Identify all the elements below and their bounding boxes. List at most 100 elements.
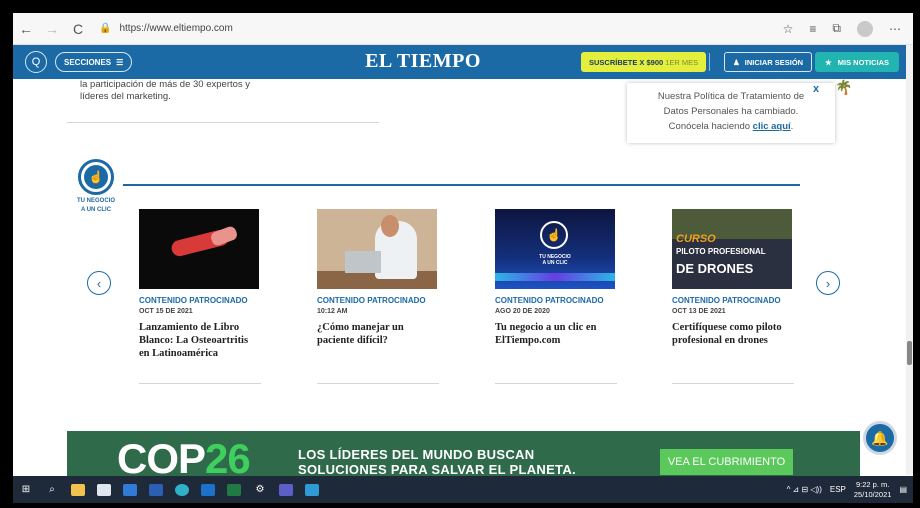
clock-date: 25/10/2021 bbox=[853, 489, 892, 499]
login-button[interactable]: ♟ INICIAR SESIÓN bbox=[724, 52, 813, 72]
article-date: AGO 20 DE 2020 bbox=[495, 308, 550, 315]
section-circle: ☝ bbox=[78, 159, 114, 195]
banner-logo-text: COP bbox=[117, 435, 206, 482]
article-title[interactable]: ¿Cómo manejar un paciente difícil? bbox=[317, 321, 439, 347]
thumbnail-caption-line: A UN CLIC bbox=[542, 260, 568, 266]
star-icon: ★ bbox=[825, 57, 832, 67]
banner-headline-line-2: SOLUCIONES PARA SALVAR EL PLANETA. bbox=[298, 462, 576, 477]
subscribe-label: SUSCRÍBETE X $900 bbox=[589, 57, 664, 67]
photos-icon[interactable] bbox=[299, 476, 325, 503]
popup-close-button[interactable]: x bbox=[813, 83, 819, 95]
banner-logo-number: 26 bbox=[205, 435, 251, 482]
sections-label: SECCIONES bbox=[64, 57, 112, 67]
divider bbox=[67, 122, 379, 123]
profile-avatar[interactable] bbox=[857, 20, 873, 37]
mail-icon[interactable] bbox=[117, 476, 143, 503]
outlook-icon[interactable] bbox=[195, 476, 221, 503]
section-rule bbox=[123, 184, 800, 186]
start-icon[interactable]: ⊞ bbox=[13, 476, 39, 503]
my-news-button[interactable]: ★ MIS NOTICIAS bbox=[815, 52, 899, 72]
article-title[interactable]: Tu negocio a un clic en ElTiempo.com bbox=[495, 321, 617, 347]
lock-icon: 🔒 bbox=[99, 23, 112, 34]
popup-line-1: Nuestra Política de Tratamiento de bbox=[657, 91, 805, 102]
pointer-hand-icon: ☝ bbox=[540, 221, 568, 249]
popup-line-3: Conócela haciendo clic aquí. bbox=[627, 119, 835, 134]
banner-cta-button[interactable]: VEA EL CUBRIMIENTO bbox=[660, 449, 793, 475]
thumbnail-caption: TU NEGOCIO A UN CLIC bbox=[525, 254, 585, 266]
popup-line-2: Datos Personales ha cambiado. bbox=[663, 106, 799, 117]
article-card[interactable]: CONTENIDO PATROCINADO 10:12 AM ¿Cómo man… bbox=[317, 209, 439, 347]
banner-headline-line-1: LOS LÍDERES DEL MUNDO BUSCAN bbox=[298, 447, 535, 462]
search-button[interactable]: Q bbox=[25, 51, 47, 73]
page-scrollbar[interactable] bbox=[906, 45, 913, 475]
article-title[interactable]: Lanzamiento de Libro Blanco: La Osteoart… bbox=[139, 321, 261, 360]
carousel-prev-button[interactable]: ‹ bbox=[87, 271, 111, 295]
excel-icon[interactable] bbox=[221, 476, 247, 503]
favorites-list-icon[interactable]: ≡ bbox=[809, 22, 816, 36]
policy-link[interactable]: clic aquí bbox=[753, 121, 791, 132]
thumbnail-shape bbox=[381, 215, 399, 237]
article-title[interactable]: Certifíquese como piloto profesional en … bbox=[672, 321, 794, 347]
article-thumbnail[interactable]: CURSO PILOTO PROFESIONAL DE DRONES bbox=[672, 209, 792, 289]
section-logo[interactable]: ☝ TU NEGOCIO A UN CLIC bbox=[71, 159, 121, 213]
article-date: OCT 13 DE 2021 bbox=[672, 308, 726, 315]
article-card[interactable]: CONTENIDO PATROCINADO OCT 15 DE 2021 Lan… bbox=[139, 209, 261, 360]
card-divider bbox=[139, 383, 261, 384]
pointer-hand-icon: ☝ bbox=[84, 165, 108, 189]
thumbnail-shape bbox=[345, 251, 381, 273]
screen: ← → C 🔒 https://www.eltiempo.com ☆ ≡ ⧉ ⋯… bbox=[13, 13, 913, 503]
login-label: INICIAR SESIÓN bbox=[744, 57, 804, 67]
edge-icon[interactable] bbox=[169, 476, 195, 503]
section-label-1: TU NEGOCIO bbox=[76, 198, 115, 204]
store-icon[interactable] bbox=[91, 476, 117, 503]
notification-bell-button[interactable]: 🔔 bbox=[863, 421, 897, 455]
clock-time: 9:22 p. m. bbox=[855, 479, 890, 489]
favorite-icon[interactable]: ☆ bbox=[783, 22, 794, 36]
article-category[interactable]: CONTENIDO PATROCINADO bbox=[139, 296, 261, 305]
more-icon[interactable]: ⋯ bbox=[889, 22, 901, 36]
article-card[interactable]: CURSO PILOTO PROFESIONAL DE DRONES CONTE… bbox=[672, 209, 794, 347]
tray-icons[interactable]: ^ ⊿ ⊟ ◁)) bbox=[787, 485, 822, 494]
my-news-label: MIS NOTICIAS bbox=[837, 57, 889, 67]
subscribe-button[interactable]: SUSCRÍBETE X $900 1ER MES bbox=[581, 52, 707, 72]
article-card[interactable]: ☝ TU NEGOCIO A UN CLIC CONTENIDO PATROCIN… bbox=[495, 209, 617, 347]
browser-toolbar: ← → C 🔒 https://www.eltiempo.com ☆ ≡ ⧉ ⋯ bbox=[13, 13, 913, 45]
settings-icon[interactable]: ⚙ bbox=[247, 476, 273, 503]
teams-icon[interactable] bbox=[273, 476, 299, 503]
windows-taskbar: ⊞ ⌕ ⚙ ^ ⊿ ⊟ ◁)) ESP 9:22 p. m. 25/10/202… bbox=[13, 476, 913, 503]
back-button[interactable]: ← bbox=[13, 21, 39, 37]
article-thumbnail[interactable] bbox=[139, 209, 259, 289]
forward-button[interactable]: → bbox=[39, 21, 65, 37]
reload-button[interactable]: C bbox=[65, 21, 91, 37]
url-text[interactable]: https://www.eltiempo.com bbox=[119, 23, 232, 34]
file-explorer-icon[interactable] bbox=[65, 476, 91, 503]
article-category[interactable]: CONTENIDO PATROCINADO bbox=[672, 296, 794, 305]
popup-line-3-prefix: Conócela haciendo bbox=[668, 121, 753, 132]
site-logo[interactable]: EL TIEMPO bbox=[353, 50, 493, 73]
card-divider bbox=[672, 383, 794, 384]
language-indicator[interactable]: ESP bbox=[830, 485, 846, 494]
search-icon[interactable]: ⌕ bbox=[39, 476, 65, 503]
carousel-next-button[interactable]: › bbox=[816, 271, 840, 295]
address-bar[interactable]: 🔒 https://www.eltiempo.com bbox=[99, 23, 233, 34]
word-icon[interactable] bbox=[143, 476, 169, 503]
article-thumbnail[interactable]: ☝ TU NEGOCIO A UN CLIC bbox=[495, 209, 615, 289]
card-divider bbox=[495, 383, 617, 384]
user-icon: ♟ bbox=[733, 57, 740, 67]
article-category[interactable]: CONTENIDO PATROCINADO bbox=[495, 296, 617, 305]
sections-button[interactable]: SECCIONES ☰ bbox=[55, 52, 133, 72]
thumbnail-caption-line: DE DRONES bbox=[676, 261, 754, 276]
browser-actions: ☆ ≡ ⧉ ⋯ bbox=[783, 20, 901, 37]
notifications-icon[interactable]: ▤ bbox=[899, 485, 907, 494]
clock[interactable]: 9:22 p. m. 25/10/2021 bbox=[854, 480, 892, 500]
article-category[interactable]: CONTENIDO PATROCINADO bbox=[317, 296, 439, 305]
thumbnail-shape bbox=[495, 273, 615, 281]
previous-article-text: la participación de más de 30 expertos y… bbox=[80, 79, 251, 102]
privacy-policy-popup: Nuestra Política de Tratamiento de Datos… bbox=[627, 83, 835, 143]
banner-headline: LOS LÍDERES DEL MUNDO BUSCAN SOLUCIONES … bbox=[298, 447, 576, 477]
site-header: Q SECCIONES ☰ EL TIEMPO SUSCRÍBETE X $90… bbox=[13, 45, 913, 79]
article-thumbnail[interactable] bbox=[317, 209, 437, 289]
scrollbar-thumb[interactable] bbox=[907, 341, 912, 365]
collections-icon[interactable]: ⧉ bbox=[832, 21, 841, 36]
section-label-2: A UN CLIC bbox=[80, 207, 112, 213]
